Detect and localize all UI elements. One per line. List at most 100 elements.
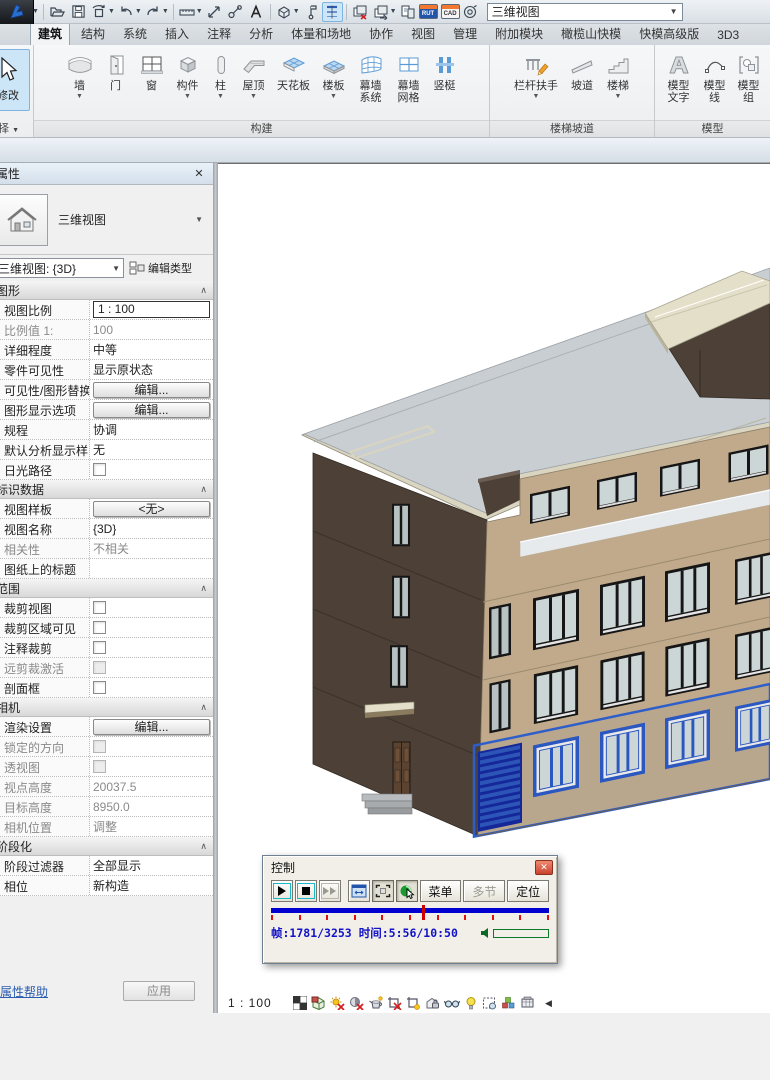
transfer-standards-button[interactable]: [398, 2, 419, 22]
macro-button[interactable]: [460, 2, 481, 22]
property-edit-button[interactable]: 编辑...: [93, 382, 210, 398]
front-window-narrow[interactable]: [489, 603, 511, 660]
undo-arrow-icon[interactable]: ▼: [135, 8, 142, 15]
temporary-hide-isolate-button[interactable]: [442, 995, 461, 1012]
ribbon-tab[interactable]: 结构: [74, 24, 112, 45]
ribbon-tab[interactable]: 建筑: [30, 24, 70, 45]
locate-button[interactable]: 定位: [507, 880, 549, 902]
control-dialog-title-bar[interactable]: 控制 ✕: [263, 856, 557, 876]
close-hidden-windows-button[interactable]: [350, 2, 371, 22]
model-text-button[interactable]: 模型文字: [660, 48, 698, 104]
section-collapse-icon[interactable]: ∧: [200, 484, 207, 495]
redo-button[interactable]: [143, 2, 164, 22]
front-window[interactable]: [665, 638, 709, 697]
west-window-2[interactable]: [392, 576, 410, 619]
property-section-header[interactable]: 相机∧: [0, 698, 213, 717]
stair-button[interactable]: 楼梯▼: [600, 48, 636, 100]
property-checkbox[interactable]: [93, 681, 106, 694]
property-edit-button[interactable]: 编辑...: [93, 719, 210, 735]
tag-button[interactable]: [225, 2, 246, 22]
sun-path-button[interactable]: [328, 995, 347, 1012]
property-checkbox[interactable]: [93, 601, 106, 614]
type-selector-arrow-icon[interactable]: ▼: [195, 215, 207, 224]
property-section-header[interactable]: 阶段化∧: [0, 837, 213, 856]
property-value[interactable]: {3D}: [93, 522, 116, 536]
front-window[interactable]: [735, 626, 770, 680]
west-window-1[interactable]: [392, 504, 410, 547]
control-close-button[interactable]: ✕: [535, 860, 553, 875]
blue-shutter[interactable]: [479, 744, 521, 831]
section-collapse-icon[interactable]: ∧: [200, 583, 207, 594]
text-button[interactable]: [246, 2, 267, 22]
ribbon-tab[interactable]: 附加模块: [488, 24, 550, 45]
switch-windows-button[interactable]: [371, 2, 392, 22]
section-collapse-icon[interactable]: ∧: [200, 841, 207, 852]
modify-button[interactable]: 修改: [0, 49, 30, 111]
ground-window[interactable]: [665, 709, 710, 769]
volume-slider[interactable]: [493, 929, 549, 938]
save-button[interactable]: [68, 2, 89, 22]
front-window[interactable]: [600, 576, 645, 636]
cad-plugin-button[interactable]: CAD: [441, 4, 460, 19]
ribbon-tab[interactable]: 分析: [242, 24, 280, 45]
property-section-header[interactable]: 标识数据∧: [0, 480, 213, 499]
detail-level-button[interactable]: [290, 995, 309, 1012]
ramp-button[interactable]: 坡道: [564, 48, 600, 92]
ribbon-tab[interactable]: 协作: [362, 24, 400, 45]
curtain-system-button[interactable]: 幕墙系统: [352, 48, 390, 104]
volume-control[interactable]: [480, 927, 549, 939]
crop-view-button[interactable]: [385, 995, 404, 1012]
property-value-input[interactable]: 1 : 100: [93, 301, 210, 318]
shadows-button[interactable]: [347, 995, 366, 1012]
default-3d-view-button[interactable]: [274, 2, 295, 22]
ribbon-tab[interactable]: 插入: [158, 24, 196, 45]
thin-lines-button[interactable]: [322, 2, 343, 22]
show-rendering-dialog-button[interactable]: [366, 995, 385, 1012]
railing-button[interactable]: 栏杆扶手▼: [508, 48, 564, 100]
property-section-header[interactable]: 范围∧: [0, 579, 213, 598]
panel-label-build[interactable]: 构建: [34, 120, 489, 137]
property-checkbox[interactable]: [93, 641, 106, 654]
application-menu-button[interactable]: [0, 0, 34, 24]
model-group-button[interactable]: 模型组: [732, 48, 766, 104]
ceiling-button[interactable]: 天花板: [272, 48, 316, 92]
front-window[interactable]: [534, 665, 578, 724]
ribbon-tab[interactable]: 视图: [404, 24, 442, 45]
property-value[interactable]: 新构造: [93, 877, 129, 894]
edit-type-button[interactable]: 编辑类型: [129, 260, 192, 276]
ribbon-tab[interactable]: 体量和场地: [284, 24, 358, 45]
close-properties-icon[interactable]: ✕: [191, 167, 207, 180]
temporary-view-properties-button[interactable]: [480, 995, 499, 1012]
reveal-hidden-elements-button[interactable]: [461, 995, 480, 1012]
instance-combo[interactable]: 三维视图: {3D} ▼: [0, 258, 124, 278]
window-button[interactable]: 窗: [134, 48, 170, 92]
scroll-left-icon[interactable]: ◀: [545, 998, 552, 1009]
property-section-header[interactable]: 图形∧: [0, 281, 213, 300]
front-window-narrow[interactable]: [489, 679, 510, 733]
menu-button[interactable]: 菜单: [420, 880, 462, 902]
follow-cursor-button[interactable]: [396, 880, 418, 902]
measure-arrow-icon[interactable]: ▼: [196, 8, 203, 15]
property-checkbox[interactable]: [93, 621, 106, 634]
view-scale-button[interactable]: 1 : 100: [228, 996, 290, 1010]
model-line-button[interactable]: 模型线: [698, 48, 732, 104]
ribbon-tab[interactable]: 管理: [446, 24, 484, 45]
ribbon-tab[interactable]: 快模高级版: [632, 24, 706, 45]
drawing-area[interactable]: 1 : 100 ◀ 控制 ✕: [218, 163, 770, 1013]
property-edit-button[interactable]: 编辑...: [93, 402, 210, 418]
rut-plugin-button[interactable]: RUT: [419, 4, 438, 19]
measure-button[interactable]: [177, 2, 198, 22]
curtain-grid-button[interactable]: 幕墙网格: [390, 48, 428, 104]
ground-window[interactable]: [533, 736, 579, 798]
entry-steps[interactable]: [362, 794, 412, 801]
ribbon-tab[interactable]: 橄榄山快模: [554, 24, 628, 45]
play-button[interactable]: [271, 880, 293, 902]
undo-button[interactable]: [116, 2, 137, 22]
property-value[interactable]: 显示原状态: [93, 361, 153, 378]
visual-style-button[interactable]: [309, 995, 328, 1012]
section-collapse-icon[interactable]: ∧: [200, 285, 207, 296]
property-value[interactable]: 全部显示: [93, 857, 141, 874]
front-window[interactable]: [665, 562, 710, 622]
apply-button[interactable]: 应用: [123, 981, 195, 1001]
panel-label-circulation[interactable]: 楼梯坡道: [490, 120, 654, 137]
